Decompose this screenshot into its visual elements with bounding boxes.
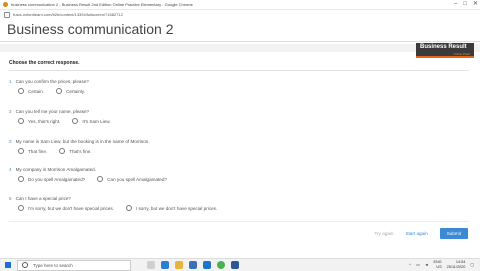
mail-icon[interactable]	[203, 261, 211, 269]
option-that-fine[interactable]: That fine.	[18, 148, 47, 154]
question-number: 4	[9, 167, 12, 172]
question-2: 2 Can you tell me your name, please? Yes,…	[9, 109, 123, 124]
option-its-sam-liew[interactable]: It's Sam Liew.	[72, 118, 111, 124]
maximize-icon[interactable]: □	[463, 1, 467, 7]
submit-button[interactable]: Submit	[439, 228, 468, 239]
volume-icon[interactable]: ◄	[425, 263, 429, 267]
option-can-you-spell[interactable]: Can you spell Amalgamated?	[97, 176, 167, 182]
brand-bar	[0, 44, 480, 52]
browser-titlebar: business communication 2 - Business Resu…	[0, 0, 480, 10]
question-text: My company is Morrison Amalgamated.	[15, 167, 96, 172]
question-text: My name is Sam Liew, but the booking is …	[15, 139, 150, 144]
question-text: Can I have a special price?	[15, 196, 71, 201]
question-1-options: Certain. Certainly.	[18, 88, 97, 94]
minimize-icon[interactable]: –	[454, 1, 457, 7]
lock-icon	[4, 11, 10, 18]
question-number: 5	[9, 196, 12, 201]
divider	[9, 70, 469, 71]
search-placeholder: Type here to search	[33, 262, 73, 268]
radio-button[interactable]	[125, 205, 132, 211]
windows-start-icon[interactable]	[5, 262, 11, 268]
logo-stripe	[416, 56, 474, 58]
windows-taskbar: Type here to search ^ ▭ ◄ ENG US 14:54 25/…	[0, 258, 480, 271]
word-icon[interactable]	[231, 261, 239, 269]
system-tray: ^ ▭ ◄ ENG US 14:54 25/11/2020 ▢	[409, 260, 474, 269]
logo-title: Business Result	[420, 44, 467, 50]
chrome-icon[interactable]	[217, 261, 225, 269]
question-1: 1 Can you confirm the prices, please? Cer…	[9, 79, 97, 94]
notification-area-icon[interactable]: ^	[409, 263, 411, 267]
option-certain[interactable]: Certain.	[18, 88, 44, 94]
edge-icon[interactable]	[161, 261, 169, 269]
question-text: Can you confirm the prices, please?	[15, 79, 89, 84]
question-number: 1	[9, 79, 12, 84]
time: 14:54	[455, 260, 466, 264]
taskbar-pinned-apps	[147, 261, 239, 269]
store-icon[interactable]	[189, 261, 197, 269]
window-controls: – □ ✕	[454, 1, 478, 7]
question-5: 5 Can I have a special price? I'm sorry, …	[9, 196, 229, 211]
option-do-you-spell[interactable]: Do you spell Amalgamated?	[18, 176, 85, 182]
question-5-options: I'm sorry, but we don't have special pri…	[18, 205, 229, 211]
notifications-icon[interactable]: ▢	[470, 262, 474, 267]
footer-divider	[9, 221, 469, 222]
radio-button[interactable]	[18, 176, 24, 182]
page-header: Business communication 2	[0, 19, 480, 42]
language-indicator[interactable]: ENG US	[433, 260, 441, 269]
question-number: 3	[9, 139, 12, 144]
date: 25/11/2020	[446, 264, 466, 269]
radio-button[interactable]	[18, 118, 24, 124]
page-title: Business communication 2	[7, 21, 174, 37]
radio-button[interactable]	[56, 88, 63, 94]
close-icon[interactable]: ✕	[473, 1, 478, 7]
question-4-options: Do you spell Amalgamated? Can you spell …	[18, 176, 179, 182]
file-explorer-icon[interactable]	[175, 261, 183, 269]
window-title: business communication 2 - Business Resu…	[11, 2, 193, 7]
footer-actions: Try again Start again Submit	[374, 228, 468, 239]
business-result-logo: Business Result Online Pract	[416, 43, 474, 58]
radio-button[interactable]	[18, 88, 24, 94]
radio-button[interactable]	[72, 118, 79, 124]
task-view-icon[interactable]	[147, 261, 155, 269]
question-4: 4 My company is Morrison Amalgamated. Do …	[9, 167, 179, 182]
url-text[interactable]: fracs.oxfordlearn.com/b2b/content/13394/…	[13, 12, 123, 17]
question-3: 3 My name is Sam Liew, but the booking is…	[9, 139, 150, 154]
option-yes-thats-right[interactable]: Yes, that's right.	[18, 118, 60, 124]
option-i-sorry[interactable]: I sorry, but we don't have special price…	[125, 205, 217, 211]
try-again-button[interactable]: Try again	[374, 231, 393, 236]
question-3-options: That fine. That's fine.	[18, 148, 150, 154]
radio-button[interactable]	[59, 148, 66, 154]
search-icon	[22, 262, 28, 268]
option-thats-fine[interactable]: That's fine.	[59, 148, 91, 154]
taskbar-search-input[interactable]: Type here to search	[17, 259, 131, 271]
instruction-text: Choose the correct response.	[9, 60, 80, 66]
question-number: 2	[9, 109, 12, 114]
network-icon[interactable]: ▭	[416, 262, 420, 267]
question-text: Can you tell me your name, please?	[15, 109, 90, 114]
radio-button[interactable]	[18, 205, 24, 211]
option-certainly[interactable]: Certainly.	[56, 88, 85, 94]
option-im-sorry[interactable]: I'm sorry, but we don't have special pri…	[18, 205, 114, 211]
radio-button[interactable]	[18, 148, 24, 154]
clock[interactable]: 14:54 25/11/2020	[447, 260, 466, 269]
question-2-options: Yes, that's right. It's Sam Liew.	[18, 118, 123, 124]
start-again-button[interactable]: Start again	[405, 231, 427, 236]
site-favicon-icon	[3, 2, 8, 7]
radio-button[interactable]	[97, 176, 104, 182]
